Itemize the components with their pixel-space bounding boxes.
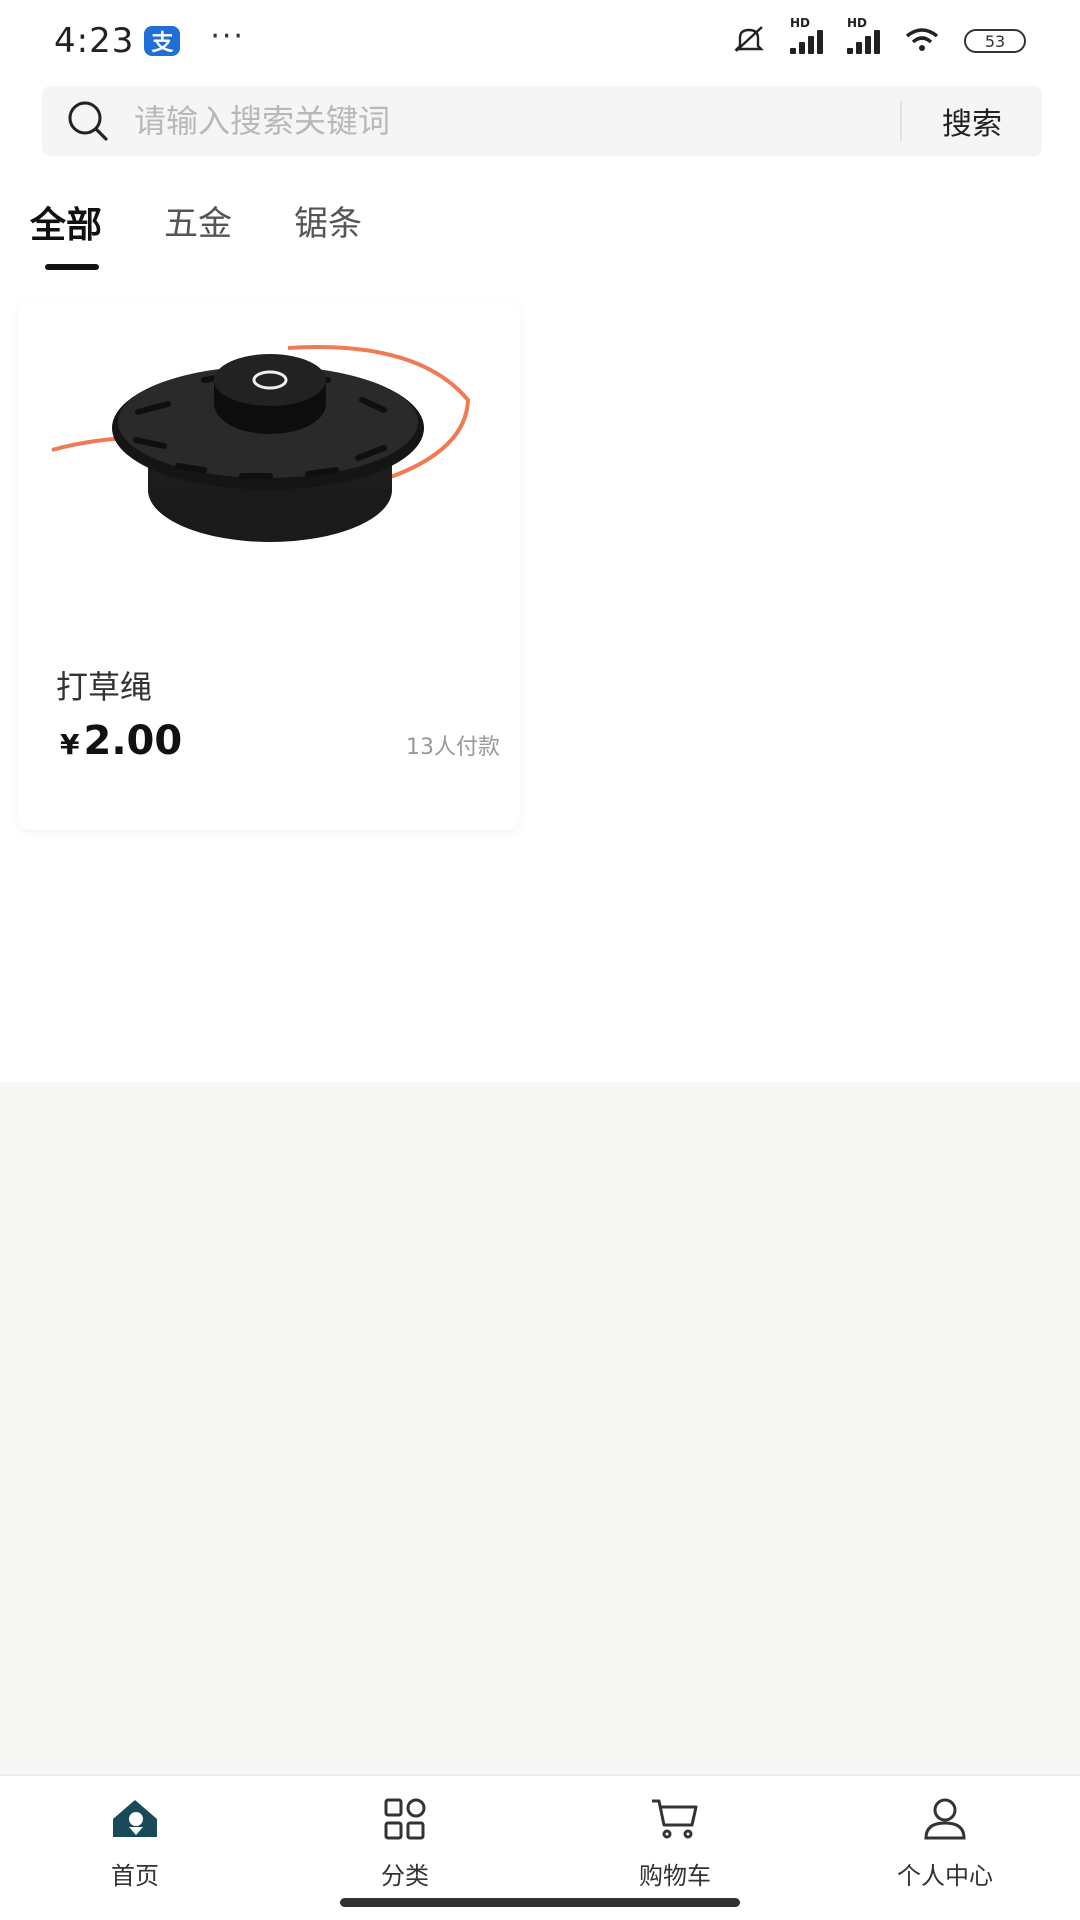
nav-home-label: 首页: [111, 1862, 159, 1890]
content-background: [0, 1082, 1080, 1774]
cart-icon: [648, 1792, 702, 1846]
search-icon: [42, 86, 122, 156]
mute-bell-icon: [732, 24, 766, 58]
wifi-icon: [904, 26, 940, 56]
search-bar: 搜索: [42, 86, 1042, 156]
nav-profile[interactable]: 个人中心: [810, 1776, 1080, 1920]
tab-hardware[interactable]: 五金: [164, 196, 232, 270]
battery-indicator: 53: [964, 29, 1026, 53]
profile-icon: [918, 1792, 972, 1846]
status-icons: HD HD 53: [732, 16, 1026, 58]
product-name: 打草绳: [56, 668, 153, 706]
currency-symbol: ¥: [60, 728, 80, 761]
nav-cart-label: 购物车: [639, 1862, 711, 1890]
home-indicator: [340, 1898, 740, 1907]
page: 4:23 支 ··· HD HD 53 请输入搜索关键词 搜索 全部 五金 锯条…: [0, 0, 1080, 1920]
status-bar: 4:23 支 ··· HD HD 53: [0, 0, 1080, 82]
alipay-icon: 支: [144, 26, 181, 56]
category-tabs: 全部 五金 锯条: [30, 196, 362, 270]
tab-saw-blades[interactable]: 锯条: [294, 196, 362, 270]
status-time: 4:23: [54, 21, 135, 61]
product-card[interactable]: 打草绳 ¥ 2.00 13人付款: [18, 300, 520, 830]
category-grid-icon: [378, 1792, 432, 1846]
paid-count: 13人付款: [406, 735, 500, 760]
search-input[interactable]: [122, 86, 900, 156]
home-icon: [108, 1792, 162, 1846]
price-row: ¥ 2.00 13人付款: [60, 718, 500, 764]
signal-icon-2: HD: [847, 16, 880, 54]
search-button[interactable]: 搜索: [902, 86, 1042, 156]
product-price: 2.00: [83, 718, 183, 764]
tab-all[interactable]: 全部: [30, 196, 102, 270]
signal-icon-1: HD: [790, 16, 823, 54]
nav-profile-label: 个人中心: [897, 1862, 993, 1890]
nav-category-label: 分类: [381, 1862, 429, 1890]
active-tab-indicator: [45, 264, 99, 270]
more-notifications-icon: ···: [210, 18, 245, 54]
nav-home[interactable]: 首页: [0, 1776, 270, 1920]
trimmer-head-image: [18, 300, 520, 600]
